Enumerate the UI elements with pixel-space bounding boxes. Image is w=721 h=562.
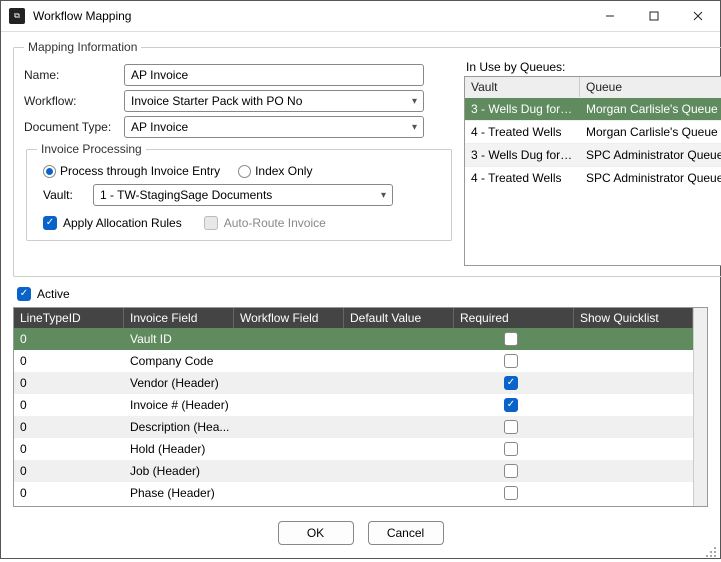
checkbox-apply-allocation[interactable]: Apply Allocation Rules <box>43 216 182 230</box>
grid-header-linetypeid[interactable]: LineTypeID <box>14 308 124 328</box>
in-use-queues-label: In Use by Queues: <box>466 60 721 74</box>
doctype-select[interactable]: AP Invoice ▾ <box>124 116 424 138</box>
checkbox-icon <box>43 216 57 230</box>
required-checkbox[interactable] <box>504 354 518 368</box>
checkbox-auto-route: Auto-Route Invoice <box>204 216 326 230</box>
required-checkbox[interactable] <box>504 486 518 500</box>
doctype-label: Document Type: <box>24 120 124 134</box>
maximize-button[interactable] <box>632 1 676 31</box>
vault-label: Vault: <box>43 188 83 202</box>
chevron-down-icon: ▾ <box>412 122 417 133</box>
name-label: Name: <box>24 68 124 82</box>
queues-row[interactable]: 3 - Wells Dug for Less SPC Administrator… <box>465 143 721 166</box>
workflow-label: Workflow: <box>24 94 124 108</box>
radio-index-only[interactable]: Index Only <box>238 164 312 178</box>
queues-row[interactable]: 4 - Treated Wells SPC Administrator Queu… <box>465 166 721 189</box>
fields-grid: LineTypeID Invoice Field Workflow Field … <box>13 307 708 507</box>
ok-button[interactable]: OK <box>278 521 354 545</box>
required-checkbox[interactable] <box>504 464 518 478</box>
grid-header-required[interactable]: Required <box>454 308 574 328</box>
required-checkbox[interactable] <box>504 376 518 390</box>
window-title: Workflow Mapping <box>33 9 588 23</box>
queues-header: Vault Queue <box>465 77 721 97</box>
minimize-button[interactable] <box>588 1 632 31</box>
app-icon: ⧉ <box>9 8 25 24</box>
resize-grip-icon[interactable] <box>704 545 718 559</box>
queues-row[interactable]: 3 - Wells Dug for Less Morgan Carlisle's… <box>465 97 721 120</box>
content-area: Mapping Information Name: Workflow: Invo… <box>1 32 720 561</box>
radio-process-invoice-entry[interactable]: Process through Invoice Entry <box>43 164 220 178</box>
chevron-down-icon: ▾ <box>412 96 417 107</box>
checkbox-icon <box>204 216 218 230</box>
grid-header-invoicefield[interactable]: Invoice Field <box>124 308 234 328</box>
vault-value: 1 - TW-StagingSage Documents <box>100 188 272 202</box>
queues-header-vault[interactable]: Vault <box>465 77 580 97</box>
grid-row[interactable]: 0Phase (Header) <box>14 482 693 504</box>
radio-icon <box>43 165 56 178</box>
queues-header-queue[interactable]: Queue <box>580 77 721 97</box>
grid-header: LineTypeID Invoice Field Workflow Field … <box>14 308 693 328</box>
queues-row[interactable]: 4 - Treated Wells Morgan Carlisle's Queu… <box>465 120 721 143</box>
titlebar: ⧉ Workflow Mapping <box>1 1 720 32</box>
mapping-information-legend: Mapping Information <box>24 40 141 54</box>
required-checkbox[interactable] <box>504 442 518 456</box>
workflow-value: Invoice Starter Pack with PO No <box>131 94 302 108</box>
checkbox-icon <box>17 287 31 301</box>
required-checkbox[interactable] <box>504 332 518 346</box>
cancel-button[interactable]: Cancel <box>368 521 444 545</box>
grid-header-showquicklist[interactable]: Show Quicklist <box>574 308 693 328</box>
close-button[interactable] <box>676 1 720 31</box>
grid-row[interactable]: 0Company Code <box>14 350 693 372</box>
workflow-select[interactable]: Invoice Starter Pack with PO No ▾ <box>124 90 424 112</box>
doctype-value: AP Invoice <box>131 120 188 134</box>
grid-row[interactable]: 0Description (Hea... <box>14 416 693 438</box>
radio-icon <box>238 165 251 178</box>
grid-row[interactable]: 0Vendor (Header) <box>14 372 693 394</box>
required-checkbox[interactable] <box>504 398 518 412</box>
grid-row[interactable]: 0Vault ID <box>14 328 693 350</box>
grid-header-workflowfield[interactable]: Workflow Field <box>234 308 344 328</box>
vault-select[interactable]: 1 - TW-StagingSage Documents ▾ <box>93 184 393 206</box>
queues-table: Vault Queue 3 - Wells Dug for Less Morga… <box>464 76 721 266</box>
checkbox-active[interactable]: Active <box>17 287 70 301</box>
scrollbar[interactable] <box>693 308 707 506</box>
invoice-processing-group: Invoice Processing Process through Invoi… <box>26 142 452 241</box>
grid-row[interactable]: 0Job (Header) <box>14 460 693 482</box>
workflow-mapping-dialog: ⧉ Workflow Mapping Mapping Information N… <box>0 0 721 559</box>
mapping-information-group: Mapping Information Name: Workflow: Invo… <box>13 40 721 277</box>
invoice-processing-legend: Invoice Processing <box>37 142 146 156</box>
grid-row[interactable]: 0Invoice # (Header) <box>14 394 693 416</box>
required-checkbox[interactable] <box>504 420 518 434</box>
grid-row[interactable]: 0Hold (Header) <box>14 438 693 460</box>
chevron-down-icon: ▾ <box>381 190 386 201</box>
name-input[interactable] <box>124 64 424 86</box>
grid-header-defaultvalue[interactable]: Default Value <box>344 308 454 328</box>
